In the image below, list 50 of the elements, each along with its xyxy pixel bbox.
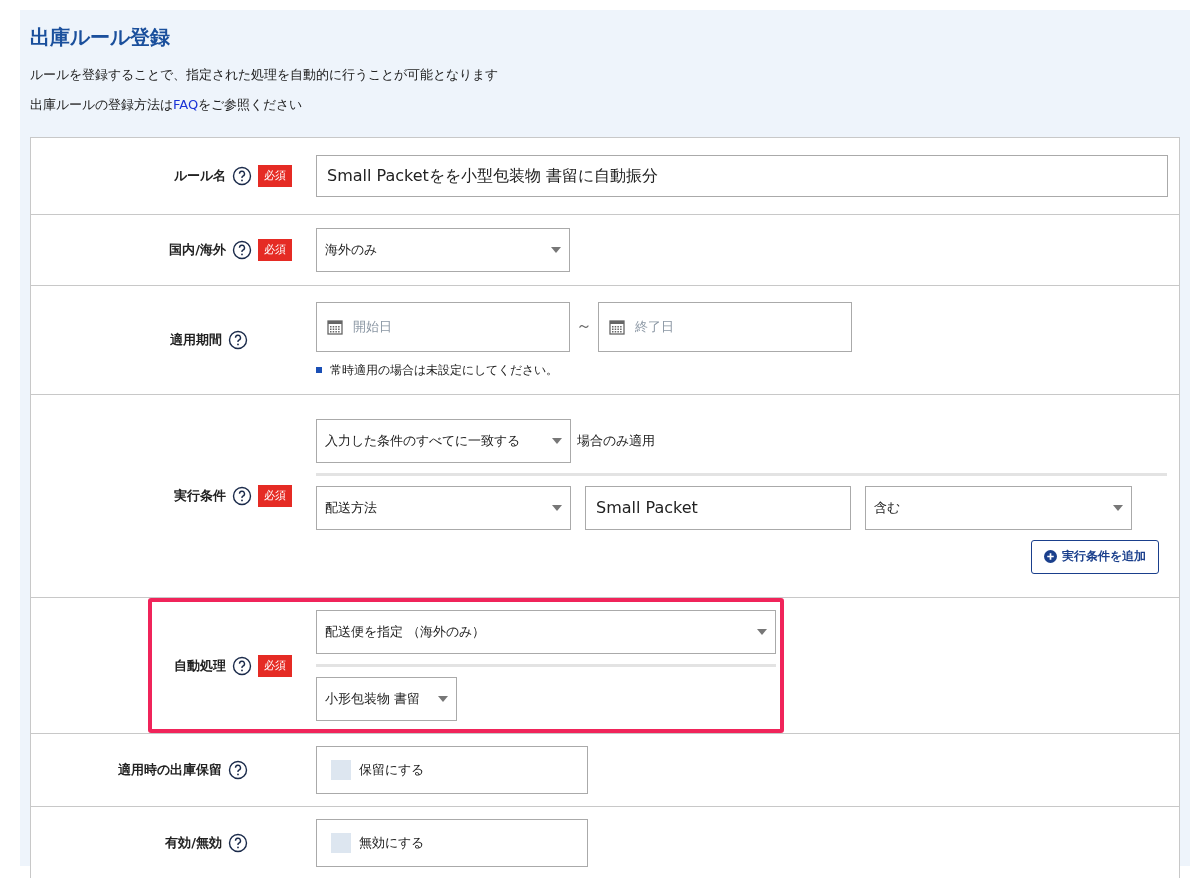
field-label: 有効/無効	[165, 834, 222, 852]
required-badge: 必須	[258, 654, 292, 677]
help-icon[interactable]	[228, 760, 248, 780]
range-separator: ～	[576, 316, 592, 337]
help-icon[interactable]	[232, 655, 252, 676]
checkbox[interactable]	[331, 760, 351, 780]
date-field[interactable]: 終了日	[598, 301, 852, 352]
faq-text: 出庫ルールの登録方法はFAQをご参照ください	[30, 96, 304, 114]
caret-icon	[757, 629, 767, 635]
hint-text: 常時適用の場合は未設定にしてください。	[330, 361, 558, 379]
date-field[interactable]: 開始日	[316, 301, 570, 352]
text-input[interactable]: Small Packetをを小型包装物 書留に自動振分	[316, 155, 1168, 197]
help-icon[interactable]	[232, 486, 252, 506]
required-badge: 必須	[258, 485, 292, 507]
required-badge: 必須	[258, 165, 292, 187]
dropdown[interactable]: 海外のみ	[316, 228, 570, 272]
text-input[interactable]: Small Packet	[585, 485, 851, 530]
field-label: 国内/海外	[169, 241, 226, 259]
checkbox-option[interactable]: 保留にする	[316, 746, 588, 794]
help-icon[interactable]	[228, 330, 248, 350]
dropdown[interactable]: 配送便を指定 （海外のみ）	[316, 610, 776, 654]
caret-icon	[438, 696, 448, 702]
caret-icon	[551, 247, 561, 253]
plus-circle-icon	[1044, 550, 1057, 563]
field-label: 適用時の出庫保留	[118, 761, 222, 779]
add-condition-button[interactable]: 実行条件を追加	[1031, 539, 1159, 574]
dropdown[interactable]: 含む	[865, 485, 1132, 530]
dropdown[interactable]: 入力した条件のすべてに一致する	[316, 418, 571, 463]
dropdown[interactable]: 配送方法	[316, 485, 571, 530]
caret-icon	[1113, 504, 1123, 511]
caret-icon	[552, 437, 562, 444]
calendar-icon	[327, 318, 343, 335]
dropdown[interactable]: 小形包装物 書留	[316, 677, 457, 721]
required-badge: 必須	[258, 239, 292, 261]
faq-link[interactable]: FAQ	[173, 97, 199, 112]
caret-icon	[552, 504, 562, 511]
description-text: ルールを登録することで、指定された処理を自動的に行うことが可能となります	[30, 66, 499, 84]
help-icon[interactable]	[228, 833, 248, 853]
checkbox[interactable]	[331, 833, 351, 853]
field-label: ルール名	[174, 167, 226, 185]
field-label: 実行条件	[174, 487, 226, 505]
calendar-icon	[609, 318, 625, 335]
field-label: 適用期間	[170, 331, 222, 349]
page-title: 出庫ルール登録	[30, 24, 171, 51]
help-icon[interactable]	[232, 240, 252, 260]
match-suffix: 場合のみ適用	[577, 431, 655, 450]
bullet-icon	[316, 367, 322, 373]
help-icon[interactable]	[232, 166, 252, 186]
checkbox-option[interactable]: 無効にする	[316, 819, 588, 867]
field-label: 自動処理	[174, 656, 226, 675]
